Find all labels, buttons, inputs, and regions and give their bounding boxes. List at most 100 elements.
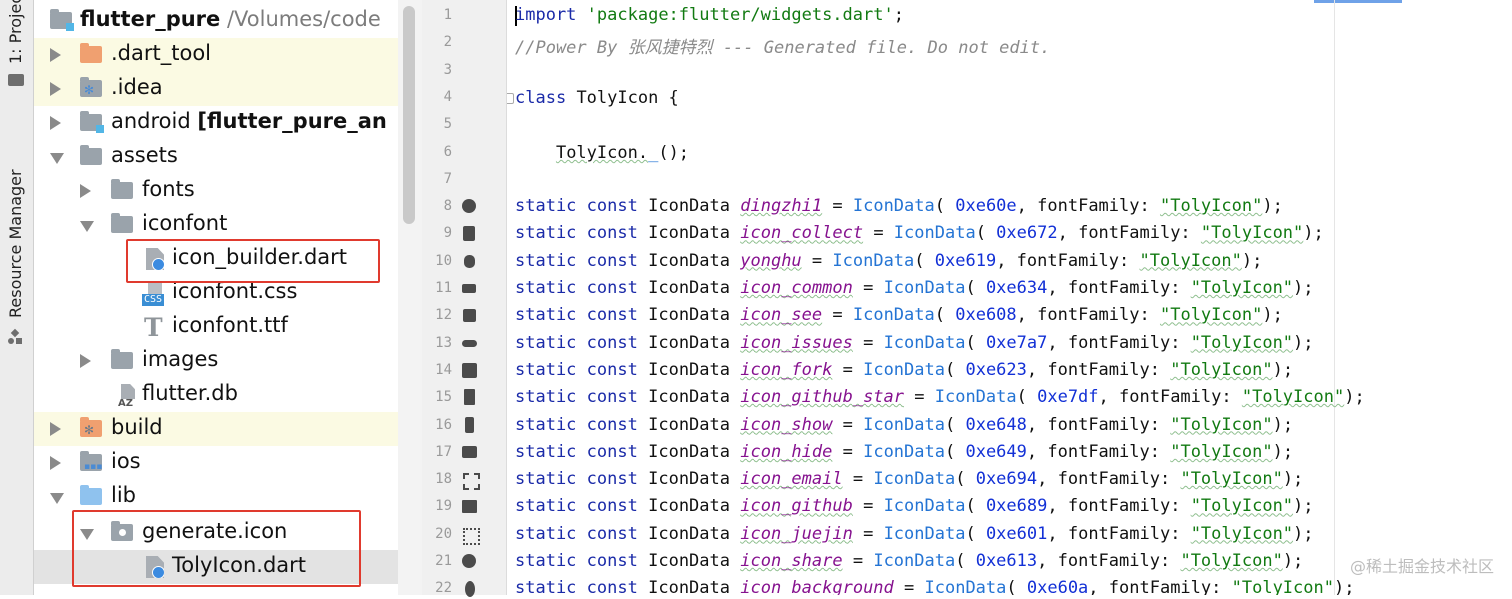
chevron-down-icon[interactable] (50, 493, 64, 504)
line-number: 22 (435, 580, 452, 597)
code-editor[interactable]: import 'package:flutter/widgets.dart'; /… (507, 0, 1512, 595)
code-token: static (515, 414, 577, 435)
chevron-down-icon[interactable] (80, 221, 94, 232)
tree-item-ios[interactable]: ▪▪▪ ios (34, 446, 398, 480)
code-token: fontFamily: (1067, 496, 1181, 517)
code-line-decl[interactable]: static const IconData dingzhi1 = IconDat… (515, 196, 1283, 216)
folder-icon (111, 213, 133, 233)
tree-scrollbar[interactable] (398, 0, 422, 595)
chevron-down-icon[interactable] (50, 153, 64, 164)
code-line-decl[interactable]: static const IconData icon_show = IconDa… (515, 415, 1293, 435)
line-number: 19 (435, 498, 452, 515)
code-line-decl[interactable]: static const IconData icon_common = Icon… (515, 278, 1314, 298)
code-line-decl[interactable]: static const IconData icon_github_star =… (515, 387, 1365, 407)
tree-item-iconfont[interactable]: iconfont (34, 208, 398, 242)
project-tool-tab[interactable]: 1: Project (6, 0, 25, 64)
code-token: icon_fork (740, 359, 833, 380)
megaphone-icon[interactable] (460, 279, 480, 299)
code-line-decl[interactable]: static const IconData yonghu = IconData(… (515, 251, 1262, 271)
code-token: const (586, 441, 638, 462)
code-token: const (586, 523, 638, 544)
code-line-decl[interactable]: static const IconData icon_issues = Icon… (515, 333, 1314, 353)
code-line-decl[interactable]: static const IconData icon_github = Icon… (515, 496, 1314, 516)
right-margin-guide (1334, 0, 1335, 595)
chevron-right-icon[interactable] (50, 116, 61, 130)
code-token: "TolyIcon" (1190, 523, 1294, 544)
chevron-right-icon[interactable] (50, 456, 61, 470)
code-token: static (515, 250, 577, 271)
tree-item-iconfont-ttf[interactable]: T iconfont.ttf (34, 310, 398, 344)
code-line-6[interactable]: TolyIcon._(); (515, 143, 689, 163)
fold-marker-icon[interactable] (507, 93, 514, 104)
code-token: "TolyIcon" (1190, 332, 1294, 353)
folder-icon (111, 179, 133, 199)
code-token: const (586, 551, 638, 571)
tree-item-assets[interactable]: assets (34, 140, 398, 174)
project-tree[interactable]: flutter_pure /Volumes/code .dart_tool ✻ … (34, 0, 398, 595)
document-icon[interactable] (460, 388, 480, 408)
code-line-4[interactable]: class TolyIcon { (507, 88, 679, 108)
tree-item-label: lib (111, 483, 136, 507)
tree-item-label: iconfont.ttf (172, 313, 288, 337)
code-line-decl[interactable]: static const IconData icon_hide = IconDa… (515, 442, 1293, 462)
code-token: fontFamily: (1078, 223, 1191, 244)
line-number: 13 (435, 334, 452, 351)
line-number: 2 (443, 34, 452, 51)
chevron-right-icon[interactable] (50, 422, 61, 436)
storefront-icon[interactable] (460, 306, 480, 326)
chevron-right-icon[interactable] (50, 82, 61, 96)
tree-item-images[interactable]: images (34, 344, 398, 378)
code-line-decl[interactable]: static const IconData icon_email = IconD… (515, 469, 1303, 489)
list-icon[interactable] (460, 497, 480, 517)
line-number: 17 (435, 443, 452, 460)
tree-item-flutter-db[interactable]: AZ flutter.db (34, 378, 398, 412)
folder-icon (80, 43, 102, 63)
tree-item-lib[interactable]: lib (34, 480, 398, 514)
bug-icon[interactable] (460, 252, 480, 272)
code-token: "TolyIcon" (1170, 359, 1273, 380)
code-token: IconData (648, 414, 730, 435)
tree-item-dart-tool[interactable]: .dart_tool (34, 38, 398, 72)
code-line-decl[interactable]: static const IconData icon_fork = IconDa… (515, 360, 1293, 380)
tree-item-build[interactable]: ✻ build (34, 412, 398, 446)
tree-item-idea[interactable]: ✻ .idea (34, 72, 398, 106)
contrast-half-icon[interactable] (460, 224, 480, 244)
line-number: 7 (443, 170, 452, 187)
code-token: IconData (863, 441, 945, 462)
code-token: const (586, 223, 638, 244)
fullscreen-icon[interactable] (460, 470, 480, 491)
code-line-decl[interactable]: static const IconData icon_share = IconD… (515, 551, 1303, 571)
tree-scrollbar-thumb[interactable] (403, 6, 415, 224)
settings-gear-icon[interactable] (460, 552, 480, 572)
code-token: IconData (648, 496, 730, 517)
chevron-right-icon[interactable] (80, 354, 91, 368)
code-token: "TolyIcon" (1170, 441, 1273, 462)
resource-manager-tool-tab[interactable]: Resource Manager (6, 169, 25, 318)
code-line-decl[interactable]: static const IconData icon_collect = Ico… (515, 223, 1324, 243)
chevron-right-icon[interactable] (80, 184, 91, 198)
code-line-1[interactable]: import 'package:flutter/widgets.dart'; (515, 5, 904, 25)
tree-root-row[interactable]: flutter_pure /Volumes/code (34, 4, 398, 38)
highlight-box-generate-icon (72, 510, 361, 587)
code-line-2[interactable]: //Power By 张风捷特烈 --- Generated file. Do … (515, 33, 1050, 58)
grid-icon[interactable] (460, 525, 480, 545)
phone-icon[interactable] (460, 416, 480, 436)
comment-icon[interactable] (460, 443, 480, 463)
code-token: static (515, 551, 577, 571)
code-token: fontFamily: (1067, 523, 1181, 544)
code-line-decl[interactable]: static const IconData icon_background = … (515, 578, 1354, 595)
code-line-decl[interactable]: static const IconData icon_juejin = Icon… (515, 524, 1314, 544)
tree-item-android[interactable]: android [flutter_pure_an (34, 106, 398, 140)
moon-icon[interactable] (460, 579, 480, 599)
code-token: icon_share (740, 551, 843, 571)
toggle-dots-icon[interactable] (460, 334, 480, 354)
code-token: IconData (648, 250, 730, 271)
code-token: IconData (648, 441, 730, 462)
tree-item-fonts[interactable]: fonts (34, 174, 398, 208)
calendar-icon[interactable] (460, 361, 480, 381)
chevron-right-icon[interactable] (50, 48, 61, 62)
code-token: IconData (648, 551, 730, 571)
settings-gear-icon[interactable] (460, 197, 480, 217)
code-token: icon_see (740, 305, 823, 326)
code-line-decl[interactable]: static const IconData icon_see = IconDat… (515, 305, 1283, 325)
